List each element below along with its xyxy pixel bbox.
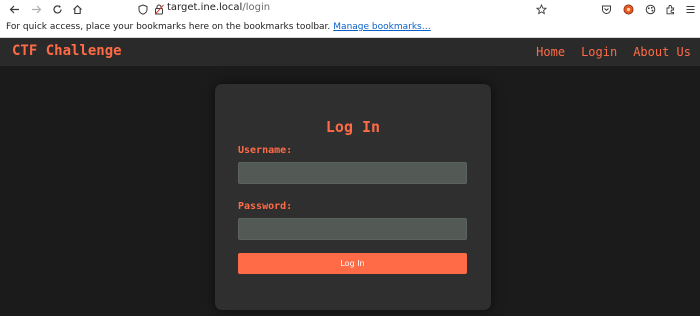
login-card: Log In Username: Password: Log In xyxy=(215,84,491,310)
address-bar[interactable]: target.ine.local/login xyxy=(167,2,270,13)
bookmarks-hint: For quick access, place your bookmarks h… xyxy=(6,22,431,32)
extension-icon[interactable] xyxy=(663,1,677,17)
extension-icon[interactable] xyxy=(643,1,657,17)
shield-icon[interactable] xyxy=(136,1,150,17)
extension-icon[interactable] xyxy=(621,1,635,17)
url-host: target.ine.local xyxy=(167,2,243,13)
username-label: Username: xyxy=(238,145,293,156)
password-label: Password: xyxy=(238,201,293,212)
site-header: CTF Challenge Home Login About Us xyxy=(0,38,700,66)
username-input[interactable] xyxy=(238,162,467,184)
browser-toolbar: target.ine.local/login xyxy=(0,0,700,18)
login-submit-button[interactable]: Log In xyxy=(238,253,467,274)
main-nav: Home Login About Us xyxy=(536,45,691,59)
reload-icon[interactable] xyxy=(49,1,65,17)
back-arrow-icon[interactable] xyxy=(6,1,22,17)
manage-bookmarks-link[interactable]: Manage bookmarks… xyxy=(333,22,430,32)
forward-arrow-icon[interactable] xyxy=(28,1,44,17)
site-brand[interactable]: CTF Challenge xyxy=(12,43,122,59)
password-input[interactable] xyxy=(238,218,467,240)
star-icon[interactable] xyxy=(534,1,548,17)
bookmarks-hint-text: For quick access, place your bookmarks h… xyxy=(6,22,331,32)
nav-login-link[interactable]: Login xyxy=(581,45,617,59)
url-path: /login xyxy=(242,2,271,13)
bookmarks-toolbar: For quick access, place your bookmarks h… xyxy=(0,18,700,38)
nav-about-link[interactable]: About Us xyxy=(633,45,691,59)
hamburger-menu-icon[interactable] xyxy=(683,1,697,17)
home-icon[interactable] xyxy=(69,1,85,17)
pocket-icon[interactable] xyxy=(599,1,613,17)
nav-home-link[interactable]: Home xyxy=(536,45,565,59)
lock-icon[interactable] xyxy=(152,1,166,17)
login-title: Log In xyxy=(325,118,381,136)
